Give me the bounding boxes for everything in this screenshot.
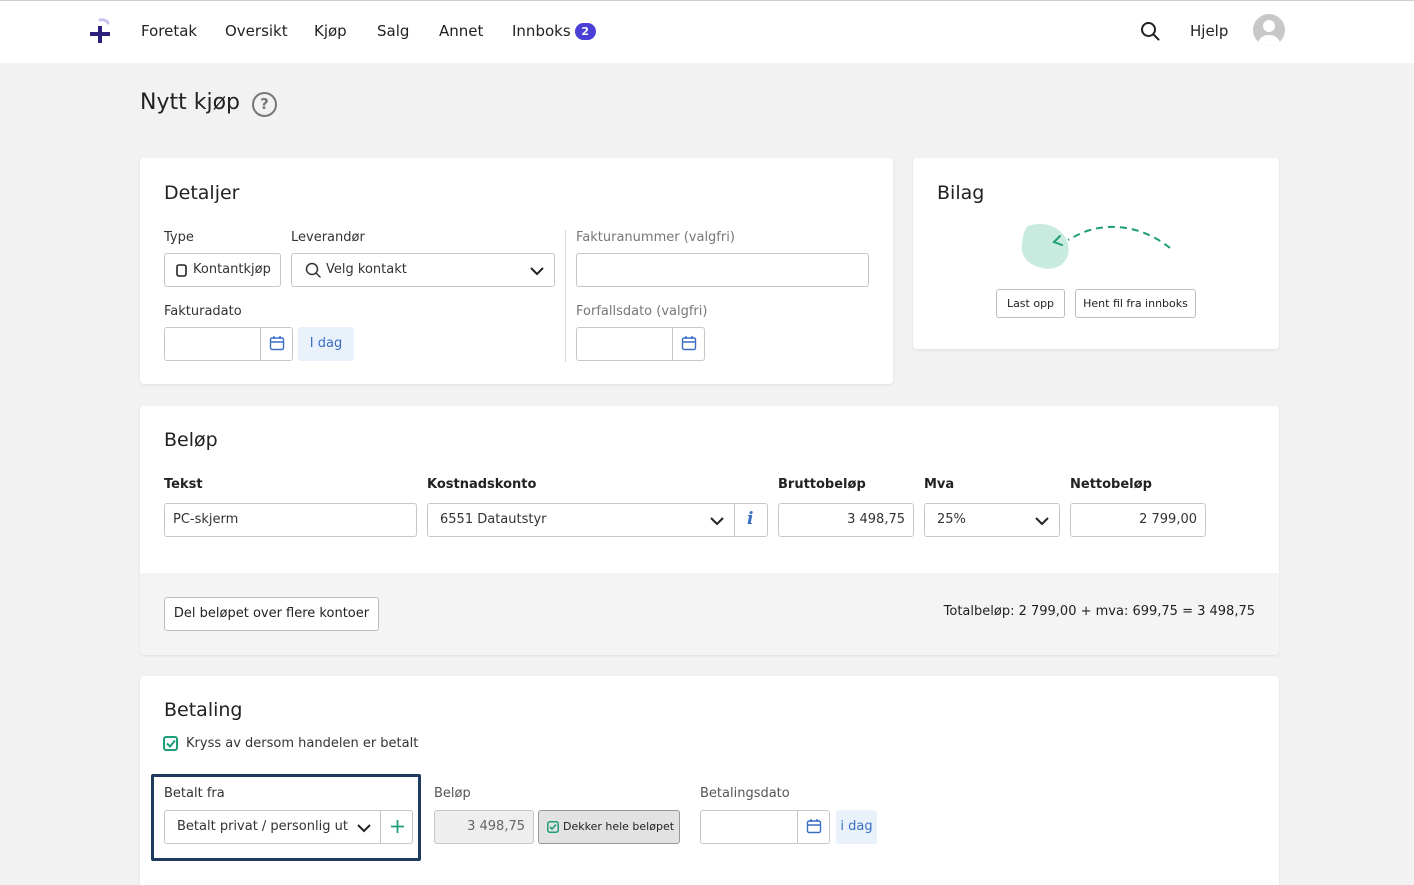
due-date-calendar-button[interactable] (672, 328, 704, 360)
help-link[interactable]: Hjelp (1190, 22, 1228, 40)
attachment-card: Bilag Last opp Hent fil fra innboks (913, 158, 1279, 349)
chevron-down-icon (530, 267, 544, 276)
calendar-icon (806, 819, 822, 834)
invoice-date-label: Fakturadato (164, 304, 242, 319)
invoice-date-calendar-button[interactable] (260, 328, 292, 360)
invoice-date-today-button[interactable]: I dag (298, 327, 354, 361)
upload-button[interactable]: Last opp (996, 289, 1065, 318)
attachment-title: Bilag (937, 182, 985, 204)
payment-title: Betaling (164, 699, 243, 721)
due-date-label: Forfallsdato (valgfri) (576, 304, 708, 319)
details-title: Detaljer (164, 182, 240, 204)
amount-footer: Del beløpet over flere kontoer Totalbelø… (140, 573, 1279, 655)
account-value: 6551 Datautstyr (440, 512, 547, 527)
nav-annet[interactable]: Annet (439, 22, 483, 40)
details-divider (565, 230, 566, 362)
invoice-number-label: Fakturanummer (valgfri) (576, 230, 735, 245)
payment-card: Betaling Kryss av dersom handelen er bet… (140, 676, 1279, 885)
supplier-select[interactable]: Velg kontakt (291, 253, 555, 287)
vat-select[interactable]: 25% (924, 503, 1060, 537)
covers-full-amount-button[interactable]: Dekker hele beløpet (538, 810, 680, 844)
payment-amount-label: Beløp (434, 786, 471, 801)
checkbox-icon (547, 821, 559, 833)
help-icon[interactable]: ? (252, 92, 277, 117)
details-card: Detaljer Type Kontantkjøp Leverandør Vel… (140, 158, 893, 384)
nav-innboks[interactable]: Innboks 2 (512, 22, 596, 40)
check-icon (166, 739, 176, 748)
nav-oversikt[interactable]: Oversikt (225, 22, 288, 40)
search-icon[interactable] (1140, 21, 1160, 41)
nav-foretak[interactable]: Foretak (141, 22, 197, 40)
chevron-down-icon (710, 517, 724, 526)
due-date-input[interactable] (576, 327, 705, 361)
type-icon (176, 264, 187, 277)
vat-value: 25% (937, 512, 966, 527)
net-input[interactable]: 2 799,00 (1070, 503, 1206, 537)
fetch-from-inbox-button[interactable]: Hent fil fra innboks (1075, 289, 1196, 318)
account-label: Kostnadskonto (427, 477, 537, 492)
gross-label: Bruttobeløp (778, 477, 866, 492)
invoice-number-input[interactable] (576, 253, 869, 287)
upload-illustration-icon (1021, 224, 1171, 269)
amount-title: Beløp (164, 429, 218, 451)
paid-from-value: Betalt privat / personlig utlegg (177, 819, 349, 834)
payment-amount-input: 3 498,75 (434, 810, 534, 844)
avatar[interactable] (1253, 14, 1285, 46)
add-account-button[interactable] (380, 811, 412, 843)
supplier-label: Leverandør (291, 230, 365, 245)
covers-full-amount-label: Dekker hele beløpet (563, 820, 675, 833)
chevron-down-icon (357, 824, 371, 833)
page-title: Nytt kjøp (140, 90, 240, 115)
avatar-icon (1258, 20, 1280, 46)
logo-plus-icon[interactable] (88, 18, 112, 44)
vat-label: Mva (924, 477, 955, 492)
split-amount-button[interactable]: Del beløpet over flere kontoer (164, 597, 379, 631)
calendar-icon (269, 336, 285, 351)
search-icon (305, 262, 321, 278)
gross-input[interactable]: 3 498,75 (778, 503, 914, 537)
text-label: Tekst (164, 477, 203, 492)
supplier-placeholder: Velg kontakt (326, 262, 407, 277)
top-navbar: Foretak Oversikt Kjøp Salg Annet Innboks… (0, 0, 1414, 63)
type-field[interactable]: Kontantkjøp (164, 253, 281, 287)
calendar-icon (681, 336, 697, 351)
inbox-count-badge: 2 (574, 23, 596, 40)
paid-checkbox[interactable] (163, 736, 178, 751)
type-label: Type (164, 230, 194, 245)
amount-card: Beløp Tekst PC-skjerm Kostnadskonto 6551… (140, 406, 1279, 655)
payment-date-input[interactable] (700, 810, 830, 844)
paid-from-select[interactable]: Betalt privat / personlig utlegg (164, 810, 413, 844)
payment-date-label: Betalingsdato (700, 786, 790, 801)
net-label: Nettobeløp (1070, 477, 1152, 492)
account-info-button[interactable]: i (734, 504, 767, 536)
paid-from-label: Betalt fra (164, 786, 225, 801)
account-select[interactable]: 6551 Datautstyr i (427, 503, 768, 537)
nav-salg[interactable]: Salg (377, 22, 409, 40)
info-icon: i (747, 509, 754, 529)
total-summary: Totalbeløp: 2 799,00 + mva: 699,75 = 3 4… (943, 604, 1255, 619)
text-input[interactable]: PC-skjerm (164, 503, 417, 537)
nav-kjop[interactable]: Kjøp (314, 22, 347, 40)
invoice-date-input[interactable] (164, 327, 293, 361)
paid-checkbox-label[interactable]: Kryss av dersom handelen er betalt (186, 736, 418, 751)
chevron-down-icon (1035, 517, 1049, 526)
payment-date-calendar-button[interactable] (797, 811, 829, 843)
plus-icon (391, 820, 404, 833)
type-value: Kontantkjøp (193, 262, 271, 277)
nav-innboks-label: Innboks (512, 22, 571, 40)
payment-date-today-button[interactable]: i dag (836, 810, 877, 844)
